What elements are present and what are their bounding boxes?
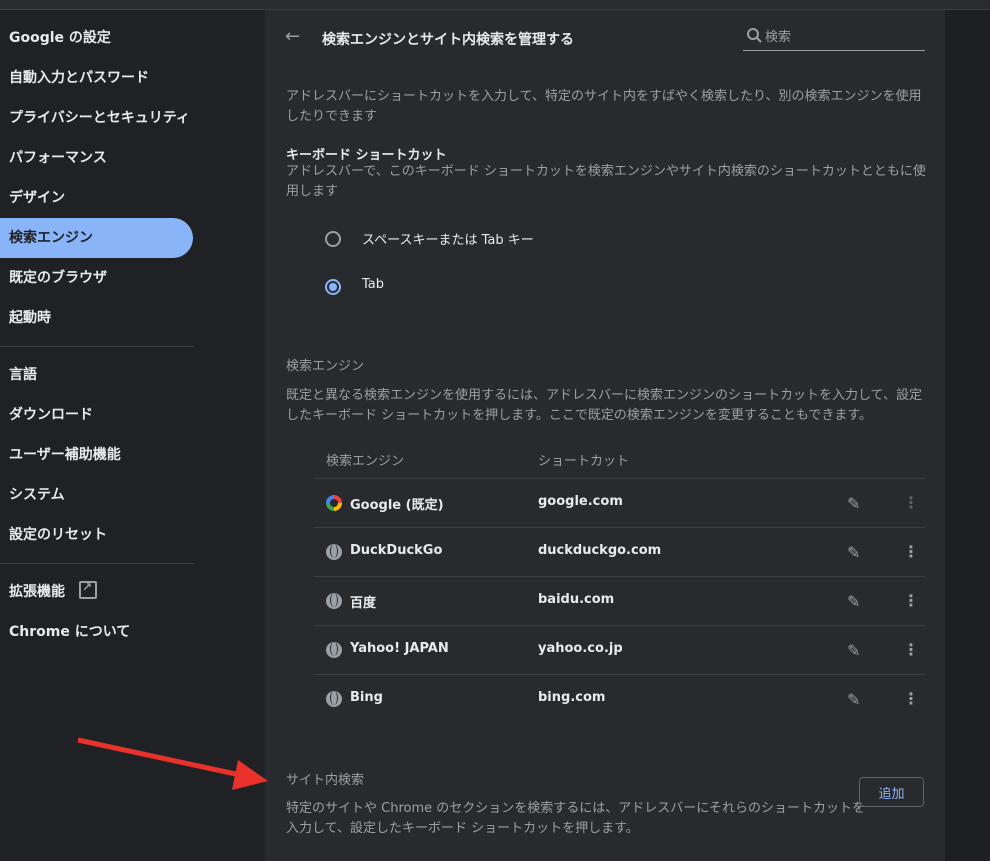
annotation-arrow-icon: [77, 737, 268, 790]
annotation-arrow-shaft: [77, 737, 246, 779]
annotation-arrow-head: [232, 760, 268, 790]
